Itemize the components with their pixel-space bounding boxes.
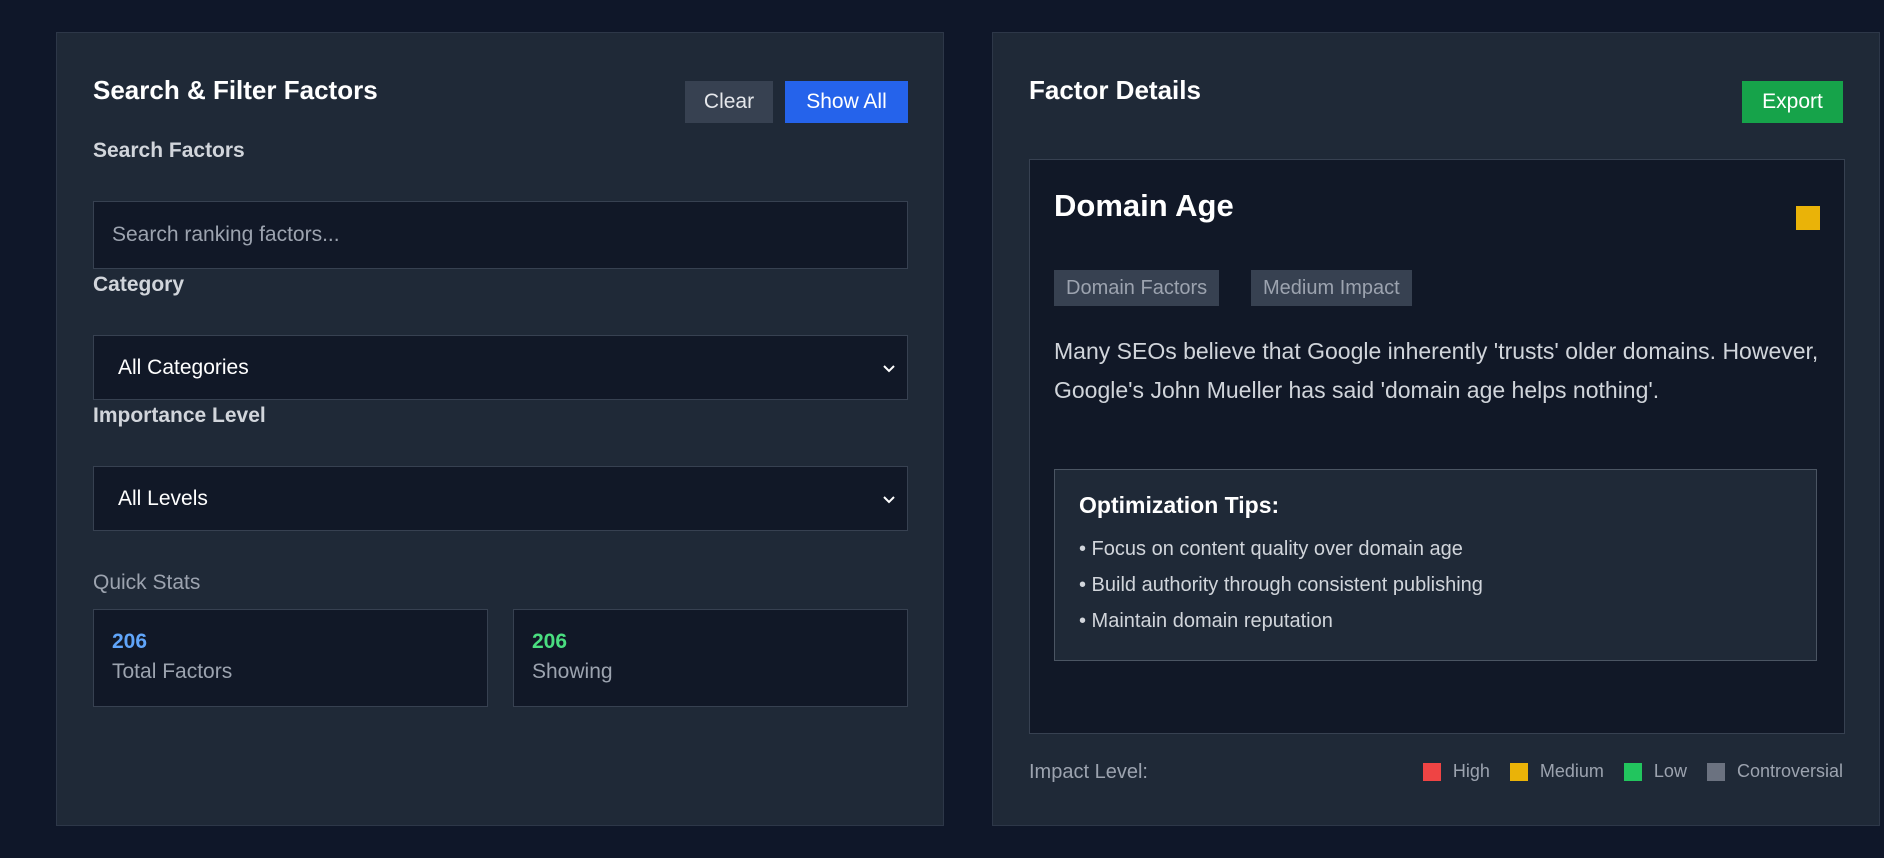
category-select-value: All Categories <box>118 355 249 379</box>
medium-swatch <box>1509 762 1528 781</box>
legend-item-medium: Medium <box>1509 761 1604 782</box>
factor-description: Many SEOs believe that Google inherently… <box>1054 338 1819 403</box>
tip-item: • Maintain domain reputation <box>1079 610 1333 632</box>
tip-item: • Build authority through consistent pub… <box>1079 574 1483 596</box>
clear-button[interactable]: Clear <box>685 81 773 123</box>
high-swatch <box>1422 762 1441 781</box>
panel-title: Factor Details <box>1029 75 1201 105</box>
panel-title: Search & Filter Factors <box>93 75 378 105</box>
showing-card: 206 Showing <box>513 609 908 707</box>
chevron-down-icon <box>883 495 895 503</box>
category-tag: Domain Factors <box>1054 270 1220 306</box>
impact-level-label: Impact Level: <box>1029 761 1148 783</box>
export-button[interactable]: Export <box>1742 81 1843 123</box>
category-label: Category <box>93 273 185 296</box>
importance-select-value: All Levels <box>118 486 208 510</box>
showing-label: Showing <box>532 660 613 683</box>
total-factors-card: 206 Total Factors <box>93 609 488 707</box>
impact-indicator <box>1796 206 1820 230</box>
showing-value: 206 <box>532 630 568 653</box>
legend-item-low: Low <box>1623 761 1687 782</box>
legend-label: Low <box>1653 761 1687 781</box>
legend-label: Controversial <box>1736 761 1843 781</box>
search-input[interactable]: Search ranking factors... <box>93 201 908 269</box>
controversial-swatch <box>1706 762 1725 781</box>
tips-title: Optimization Tips: <box>1079 492 1280 518</box>
impact-legend: High Medium Low Controversial <box>1422 761 1843 782</box>
chevron-down-icon <box>883 364 895 372</box>
quick-stats-label: Quick Stats <box>93 571 201 594</box>
search-label: Search Factors <box>93 139 245 162</box>
factor-card: Domain Age Domain Factors Medium Impact … <box>1029 159 1845 734</box>
legend-item-controversial: Controversial <box>1706 761 1843 782</box>
factor-name: Domain Age <box>1054 188 1234 223</box>
importance-select[interactable]: All Levels <box>93 466 908 531</box>
legend-label: High <box>1452 761 1490 781</box>
impact-tag: Medium Impact <box>1251 270 1412 306</box>
factor-details-panel: Factor Details Export Domain Age Domain … <box>992 32 1880 826</box>
total-factors-value: 206 <box>112 630 148 653</box>
search-filter-panel: Search & Filter Factors Clear Show All S… <box>56 32 944 826</box>
total-factors-label: Total Factors <box>112 660 233 683</box>
category-select[interactable]: All Categories <box>93 335 908 400</box>
show-all-button[interactable]: Show All <box>785 81 908 123</box>
legend-label: Medium <box>1539 761 1604 781</box>
importance-label: Importance Level <box>93 404 266 427</box>
low-swatch <box>1623 762 1642 781</box>
tip-item: • Focus on content quality over domain a… <box>1079 538 1463 560</box>
optimization-tips: Optimization Tips: • Focus on content qu… <box>1054 469 1817 661</box>
legend-item-high: High <box>1422 761 1490 782</box>
